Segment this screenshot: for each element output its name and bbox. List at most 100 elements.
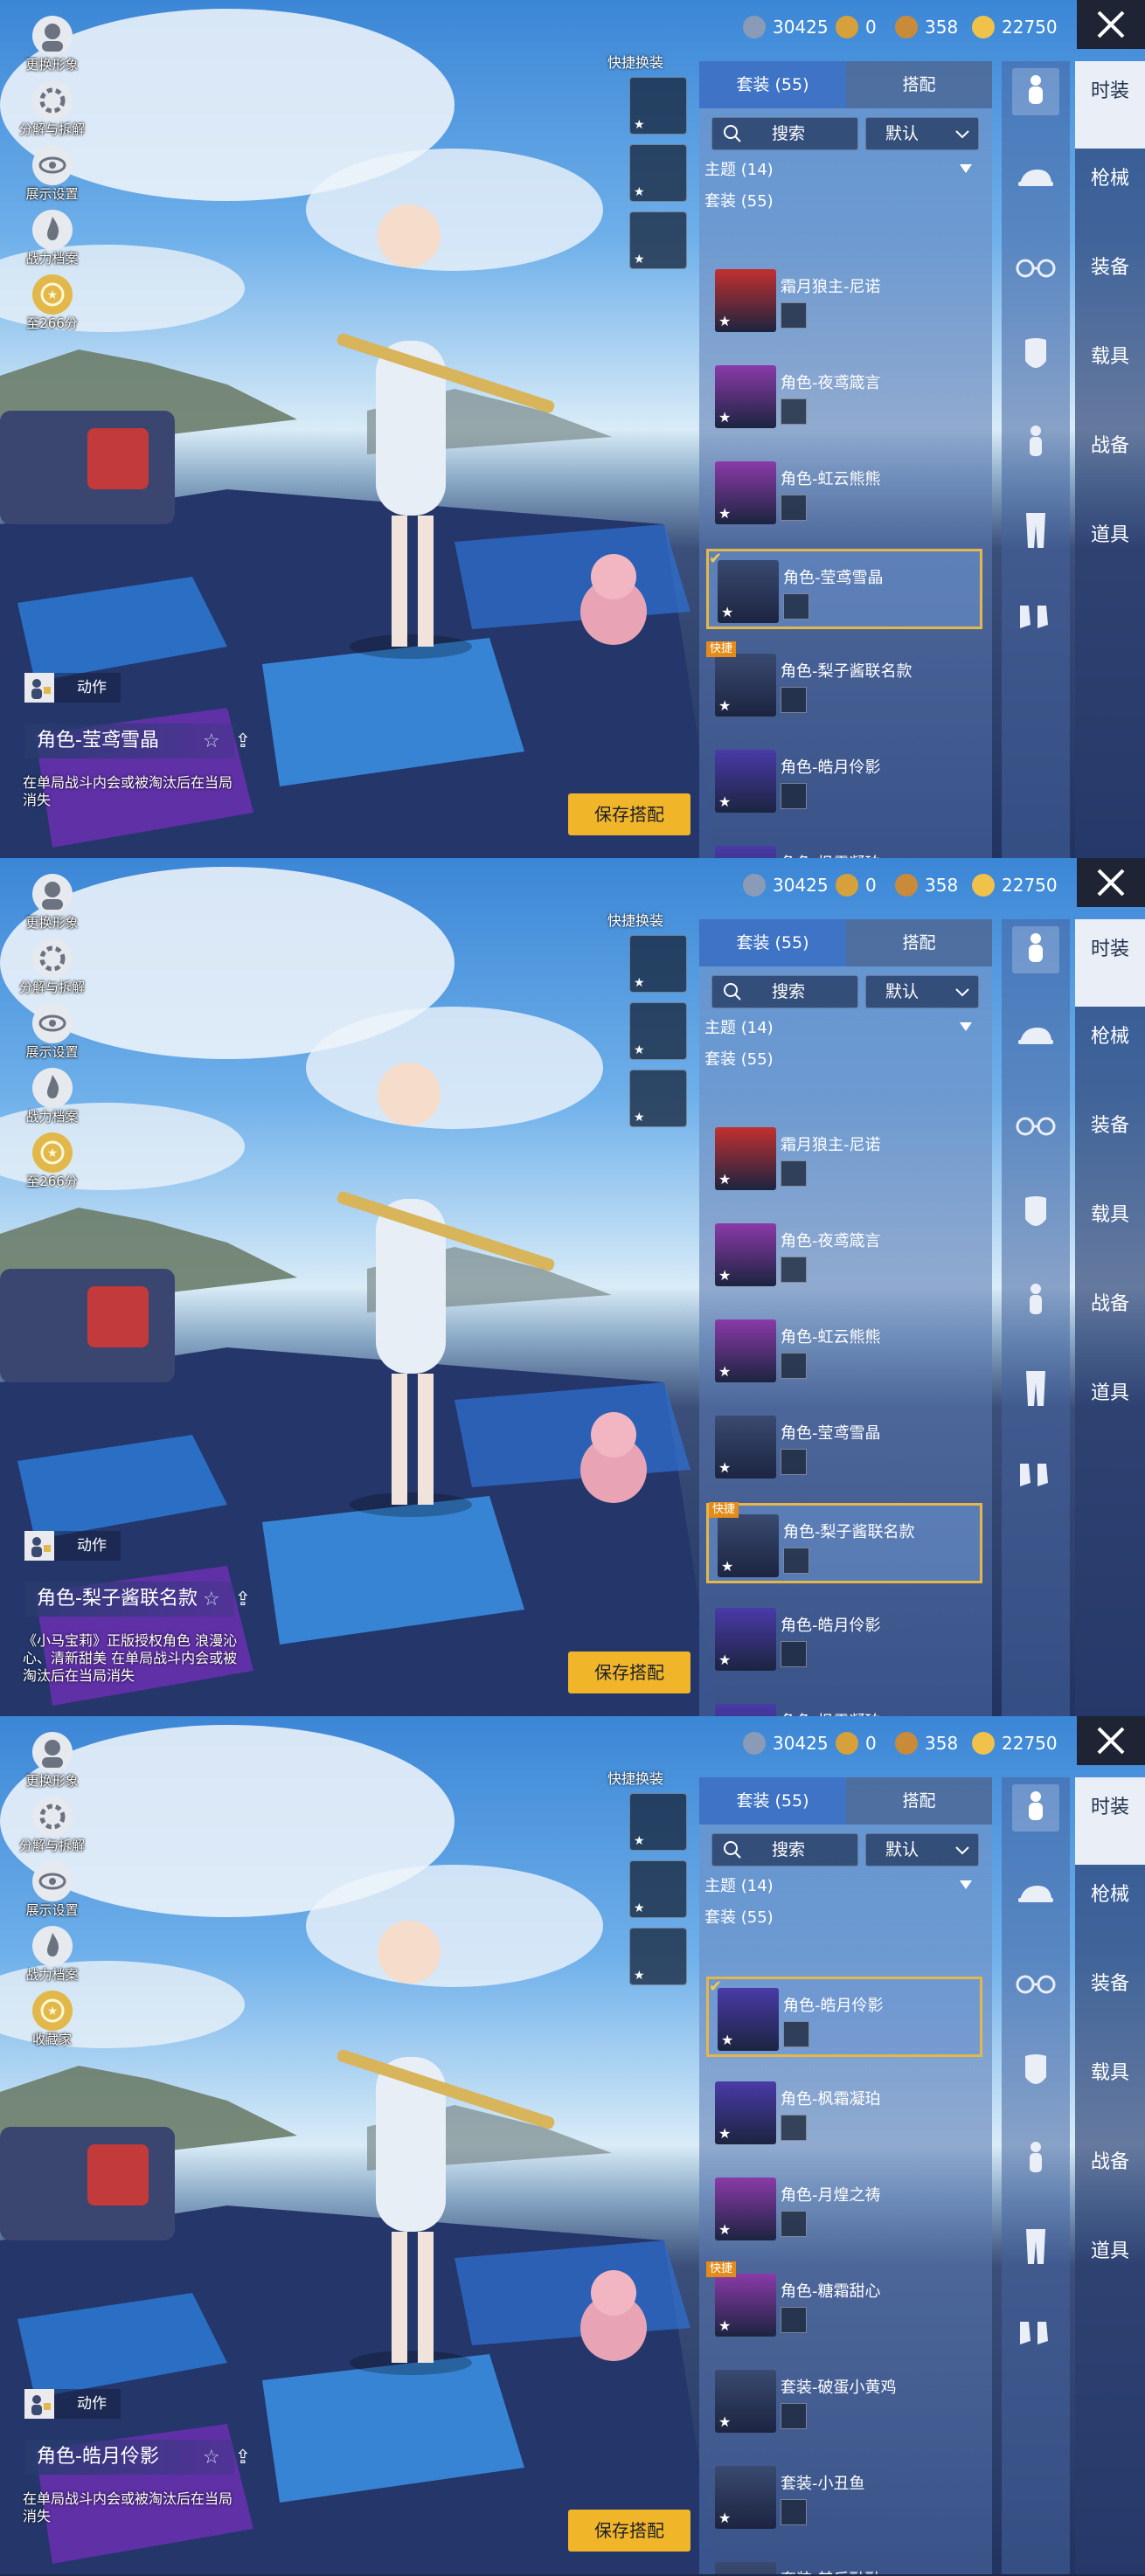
menu-change-look[interactable]: 更换形象 <box>10 16 94 80</box>
side-tab-vehicles[interactable]: 载具 <box>1075 2060 1145 2087</box>
side-tab-vehicles[interactable]: 载具 <box>1075 1202 1145 1229</box>
outfit-item[interactable]: ★角色-枫霜凝珀 <box>706 2073 982 2153</box>
outfit-item[interactable]: ★ 角色-莹鸢雪晶 <box>706 1407 982 1487</box>
pants-icon[interactable] <box>1012 2223 1059 2270</box>
menu-display-settings[interactable]: 展示设置 <box>10 145 94 210</box>
close-button[interactable] <box>1077 1716 1145 1765</box>
tab-match[interactable]: 搭配 <box>846 1777 992 1825</box>
side-tab-combat-prep[interactable]: 战备 <box>1075 2150 1145 2176</box>
pants-icon[interactable] <box>1012 1365 1059 1412</box>
body-icon[interactable] <box>1012 419 1059 467</box>
quick-slot-3[interactable]: ★ <box>629 211 687 269</box>
quick-slot-2[interactable]: ★ <box>629 1860 687 1918</box>
pants-icon[interactable] <box>1012 507 1059 554</box>
currency-badge[interactable]: 358 <box>895 870 958 900</box>
currency-coupon[interactable]: 0 <box>836 1728 877 1758</box>
quick-slot-1[interactable]: ★ <box>629 77 687 135</box>
outfit-item[interactable]: ★ 套装-小丑鱼 <box>706 2457 982 2538</box>
side-tab-combat-prep[interactable]: 战备 <box>1075 1291 1145 1318</box>
currency-badge[interactable]: 358 <box>895 1728 958 1758</box>
search-input[interactable]: 搜索 <box>711 975 858 1008</box>
outfit-item[interactable]: ★ 角色-梨子酱联名款 快捷 <box>706 641 982 725</box>
side-tab-items[interactable]: 道具 <box>1075 523 1145 549</box>
currency-silver[interactable]: 30425 <box>743 870 829 900</box>
outfit-item[interactable]: ★ 角色-皓月伶影 ✔ <box>706 1977 982 2057</box>
save-outfit-button[interactable]: 保存搭配 <box>568 2510 690 2552</box>
outfit-item[interactable]: ★ 角色-月煌之祷 <box>706 2169 982 2249</box>
glasses-icon[interactable] <box>1012 1103 1059 1150</box>
mask-icon[interactable] <box>1012 332 1059 379</box>
tab-match[interactable]: 搭配 <box>846 919 992 966</box>
currency-lightning[interactable]: 22750 <box>972 1728 1058 1758</box>
quick-slot-3[interactable]: ★ <box>629 1070 687 1127</box>
hat-icon[interactable] <box>1012 1870 1059 1917</box>
save-outfit-button[interactable]: 保存搭配 <box>568 793 690 835</box>
menu-display-settings[interactable]: 展示设置 <box>10 1003 94 1068</box>
star-outline-icon[interactable]: ☆ <box>203 731 220 752</box>
outfit-category-icon[interactable] <box>1012 68 1059 115</box>
share-icon[interactable]: ⇪ <box>235 1589 251 1610</box>
tab-outfits[interactable]: 套装 (55) <box>699 1777 846 1825</box>
outfit-item[interactable]: ★ 霜月狼主-尼诺 <box>706 260 982 341</box>
tab-outfits[interactable]: 套装 (55) <box>699 919 846 966</box>
body-icon[interactable] <box>1012 1278 1059 1325</box>
share-icon[interactable]: ⇪ <box>235 2447 251 2469</box>
action-button[interactable]: 动作 <box>24 1531 121 1561</box>
shoes-icon[interactable] <box>1012 1452 1059 1499</box>
search-input[interactable]: 搜索 <box>711 117 858 150</box>
mask-icon[interactable] <box>1012 2048 1059 2095</box>
quick-slot-2[interactable]: ★ <box>629 144 687 202</box>
menu-combat-record[interactable]: 战力档案 <box>10 1068 94 1132</box>
close-button[interactable] <box>1077 858 1145 907</box>
side-tab-fashion[interactable]: 时装 <box>1075 61 1145 149</box>
side-tab-items[interactable]: 道具 <box>1075 2239 1145 2265</box>
quick-slot-2[interactable]: ★ <box>629 1002 687 1060</box>
outfit-item[interactable]: ★ 角色-虹云熊熊 <box>706 1311 982 1391</box>
side-tab-vehicles[interactable]: 载具 <box>1075 344 1145 370</box>
outfit-item[interactable]: ★ 角色-夜鸢箴言 <box>706 357 982 437</box>
currency-silver[interactable]: 30425 <box>743 1728 829 1758</box>
outfit-item[interactable]: ★ 角色-糖霜甜心 快捷 <box>706 2261 982 2345</box>
side-tab-guns[interactable]: 枪械 <box>1075 166 1145 192</box>
outfit-item[interactable]: ★ 角色-梨子酱联名款 快捷 <box>706 1502 982 1583</box>
side-tab-guns[interactable]: 枪械 <box>1075 1024 1145 1050</box>
menu-level[interactable]: ★ 至266分 <box>10 1132 94 1197</box>
outfit-category-icon[interactable] <box>1012 1784 1059 1832</box>
glasses-icon[interactable] <box>1012 1961 1059 2008</box>
side-tab-fashion[interactable]: 时装 <box>1075 919 1145 1007</box>
menu-decompose[interactable]: 分解与拆解 <box>10 1797 94 1861</box>
outfit-item[interactable]: ★角色-枫霜凝珀 <box>706 1695 982 1716</box>
hat-icon[interactable] <box>1012 1012 1059 1059</box>
outfit-item[interactable]: ★ 霜月狼主-尼诺 <box>706 1118 982 1199</box>
star-outline-icon[interactable]: ☆ <box>203 1589 220 1610</box>
side-tab-fashion[interactable]: 时装 <box>1075 1777 1145 1865</box>
outfit-item[interactable]: ★ 角色-皓月伶影 <box>706 741 982 821</box>
sort-dropdown[interactable]: 默认 <box>865 975 979 1008</box>
currency-coupon[interactable]: 0 <box>836 870 877 900</box>
action-button[interactable]: 动作 <box>24 673 121 703</box>
quick-slot-1[interactable]: ★ <box>629 1793 687 1851</box>
menu-display-settings[interactable]: 展示设置 <box>10 1861 94 1926</box>
side-tab-guns[interactable]: 枪械 <box>1075 1882 1145 1908</box>
menu-level[interactable]: ★ 至266分 <box>10 274 94 339</box>
side-tab-items[interactable]: 道具 <box>1075 1381 1145 1407</box>
share-icon[interactable]: ⇪ <box>235 731 251 752</box>
currency-coupon[interactable]: 0 <box>836 12 877 42</box>
menu-level[interactable]: ★ 收藏家 <box>10 1991 94 2055</box>
side-tab-equipment[interactable]: 装备 <box>1075 1113 1145 1139</box>
theme-filter[interactable]: 主题 (14) <box>704 1015 984 1042</box>
menu-decompose[interactable]: 分解与拆解 <box>10 80 94 145</box>
body-icon[interactable] <box>1012 2136 1059 2183</box>
sort-dropdown[interactable]: 默认 <box>865 117 979 150</box>
currency-lightning[interactable]: 22750 <box>972 870 1058 900</box>
outfit-category-icon[interactable] <box>1012 926 1059 973</box>
outfit-item[interactable]: ★ 角色-皓月伶影 <box>706 1599 982 1679</box>
outfit-item[interactable]: ★ 套装-破蛋小黄鸡 <box>706 2361 982 2441</box>
outfit-item[interactable]: ★角色-枫霜凝珀 <box>706 837 982 858</box>
quick-slot-1[interactable]: ★ <box>629 935 687 993</box>
quick-slot-3[interactable]: ★ <box>629 1928 687 1985</box>
menu-combat-record[interactable]: 战力档案 <box>10 210 94 274</box>
shoes-icon[interactable] <box>1012 2310 1059 2358</box>
menu-change-look[interactable]: 更换形象 <box>10 874 94 938</box>
shoes-icon[interactable] <box>1012 594 1059 641</box>
